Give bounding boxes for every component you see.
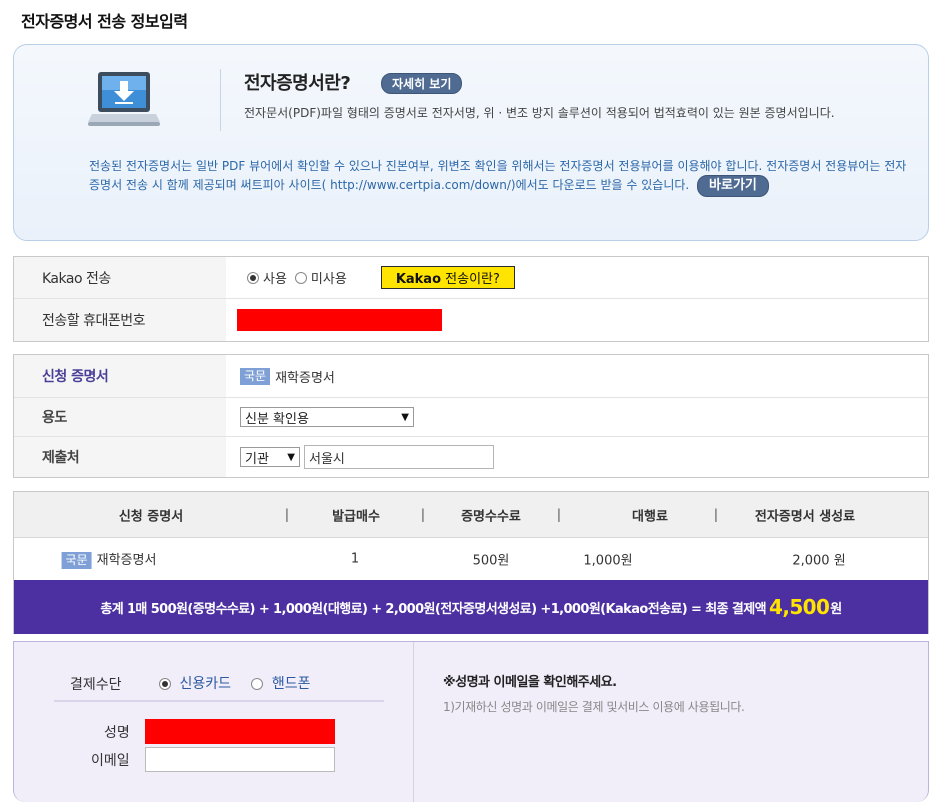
name-input-redacted[interactable] [145, 719, 335, 744]
card-radio[interactable] [159, 678, 171, 690]
kakao-options: 사용 미사용 Kakao 전송이란? [247, 257, 515, 298]
header-separator: | [713, 507, 719, 522]
kakao-section: Kakao 전송 사용 미사용 Kakao 전송이란? 전송할 휴대폰번호 [13, 256, 929, 342]
row-copies: 1 [350, 551, 360, 566]
total-unit: 원 [830, 601, 842, 617]
header-separator: | [284, 507, 290, 522]
payment-method-label: 결제수단 [70, 677, 122, 693]
phone-value [237, 299, 442, 341]
chevron-down-icon: ▼ [401, 411, 409, 423]
phone-row: 전송할 휴대폰번호 [14, 299, 928, 341]
language-tag: 국문 [240, 367, 271, 385]
info-divider [220, 69, 221, 131]
payment-section: 결제수단 신용카드 핸드폰 성명 이메일 ※성명과 이메일을 확인해주세요. 1… [13, 641, 929, 802]
submit-place-input[interactable]: 서울시 [304, 445, 494, 469]
email-label: 이메일 [91, 753, 130, 769]
kakao-row: Kakao 전송 사용 미사용 Kakao 전송이란? [14, 257, 928, 299]
kakao-use-radio[interactable] [247, 271, 259, 284]
certificate-value: 국문 재학증명서 [240, 355, 335, 397]
header-fee: 증명수수료 [461, 509, 521, 524]
phone-label: 전송할 휴대폰번호 [14, 299, 226, 341]
phone-pay-label[interactable]: 핸드폰 [272, 676, 311, 692]
certificate-name: 재학증명서 [275, 370, 335, 386]
total-amount: 4,500 [769, 595, 830, 619]
detail-view-button[interactable]: 자세히 보기 [381, 73, 463, 94]
submit-label: 제출처 [14, 437, 226, 477]
payment-divider [54, 700, 384, 702]
email-input[interactable] [145, 747, 335, 772]
info-description: 전자문서(PDF)파일 형태의 증명서로 전자서명, 위 · 변조 방지 솔루션… [244, 106, 835, 120]
viewer-notice: 전송된 전자증명서는 일반 PDF 뷰어에서 확인할 수 있으나 진본여부, 위… [89, 157, 909, 197]
table-header: 신청 증명서 | 발급매수 | 증명수수료 | 대행료 | 전자증명서 생성료 [14, 492, 928, 538]
kakao-use-label[interactable]: 사용 [263, 268, 287, 287]
header-agency-fee: 대행료 [632, 509, 668, 524]
fee-summary-table: 신청 증명서 | 발급매수 | 증명수수료 | 대행료 | 전자증명서 생성료 … [13, 491, 929, 634]
kakao-help-text: 전송이란? [441, 272, 500, 287]
purpose-value: 신분 확인용 ▼ [240, 398, 414, 436]
purpose-select[interactable]: 신분 확인용 ▼ [240, 407, 414, 427]
payment-options: 신용카드 핸드폰 [159, 673, 327, 693]
phone-input-redacted[interactable] [237, 309, 442, 331]
viewer-notice-text: 전송된 전자증명서는 일반 PDF 뷰어에서 확인할 수 있으나 진본여부, 위… [89, 159, 907, 192]
payment-form: 결제수단 신용카드 핸드폰 성명 이메일 [14, 642, 414, 802]
header-copies: 발급매수 [332, 509, 380, 524]
submit-type-value: 기관 [245, 451, 269, 467]
total-text: 총계 1매 500원(증명수수료) + 1,000원(대행료) + 2,000원… [100, 601, 767, 617]
header-separator: | [420, 507, 426, 522]
submit-row: 제출처 기관 ▼ 서울시 [14, 437, 928, 477]
page-title: 전자증명서 전송 정보입력 [21, 12, 188, 31]
header-separator: | [556, 507, 562, 522]
info-heading: 전자증명서란? [244, 73, 351, 94]
certificate-label: 신청 증명서 [14, 355, 226, 397]
row-generation-fee: 2,000 원 [792, 553, 846, 568]
header-generation-fee: 전자증명서 생성료 [754, 509, 856, 524]
kakao-help-button[interactable]: Kakao 전송이란? [380, 266, 515, 289]
name-label: 성명 [104, 725, 130, 741]
row-fee: 500원 [472, 553, 510, 568]
card-label[interactable]: 신용카드 [179, 676, 231, 692]
row-certificate-name: 재학증명서 [96, 552, 157, 568]
phone-pay-radio[interactable] [251, 678, 264, 690]
notice-text: 1)기재하신 성명과 이메일은 결제 및서비스 이용에 사용됩니다. [443, 700, 745, 714]
go-button[interactable]: 바로가기 [697, 175, 769, 197]
kakao-label: Kakao 전송 [14, 257, 226, 298]
certificate-section: 신청 증명서 국문 재학증명서 용도 신분 확인용 ▼ 제출처 기관 ▼ 서울시 [13, 354, 929, 478]
row-agency-fee: 1,000원 [583, 553, 633, 568]
submit-value: 기관 ▼ 서울시 [240, 437, 494, 477]
certificate-row: 신청 증명서 국문 재학증명서 [14, 355, 928, 398]
laptop-download-icon [88, 72, 160, 126]
row-certificate: 국문 재학증명서 [61, 549, 157, 569]
purpose-row: 용도 신분 확인용 ▼ [14, 398, 928, 437]
purpose-selected-value: 신분 확인용 [245, 411, 309, 427]
notice-title: ※성명과 이메일을 확인해주세요. [443, 675, 617, 690]
submit-type-select[interactable]: 기관 ▼ [240, 447, 300, 467]
kakao-nouse-label[interactable]: 미사용 [311, 268, 347, 287]
purpose-label: 용도 [14, 398, 226, 436]
header-certificate: 신청 증명서 [118, 509, 184, 524]
kakao-nouse-radio[interactable] [294, 271, 307, 284]
e-certificate-info-box: 전자증명서란? 자세히 보기 전자문서(PDF)파일 형태의 증명서로 전자서명… [13, 44, 929, 241]
chevron-down-icon: ▼ [287, 451, 295, 463]
language-tag: 국문 [61, 551, 92, 569]
total-bar: 총계 1매 500원(증명수수료) + 1,000원(대행료) + 2,000원… [14, 580, 928, 634]
kakao-help-bold: Kakao [395, 272, 442, 287]
table-row: 국문 재학증명서 1 500원 1,000원 2,000 원 [14, 538, 928, 579]
